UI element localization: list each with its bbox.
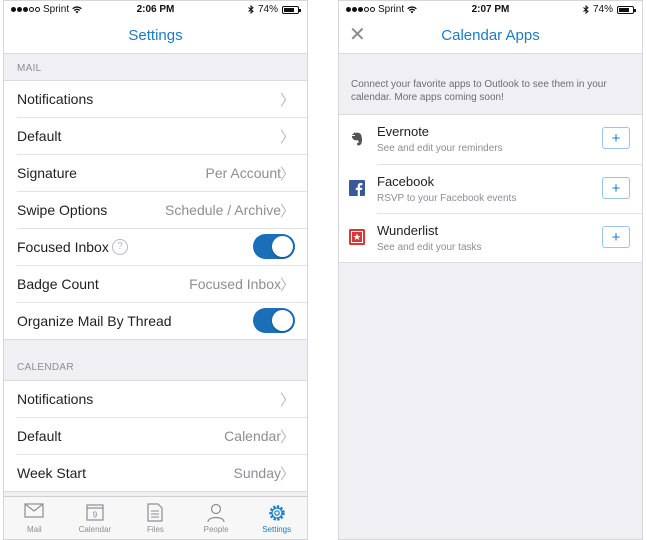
- app-name: Wunderlist: [377, 223, 439, 238]
- toggle-knob: [272, 236, 293, 257]
- mail-settings-group: Notifications 〉 Default 〉 Signature Per …: [4, 80, 307, 340]
- bluetooth-icon: [248, 5, 254, 14]
- tab-bar: Mail 9 Calendar Files People Settings: [4, 496, 307, 539]
- focused-inbox-toggle[interactable]: [253, 234, 295, 259]
- settings-row-organize-by-thread: Organize Mail By Thread: [17, 303, 307, 339]
- row-value: Sunday: [233, 465, 281, 481]
- row-label: Swipe Options: [17, 202, 108, 218]
- tab-label: Calendar: [78, 525, 112, 534]
- files-icon: [147, 503, 164, 522]
- list-item-evernote: Evernote See and edit your reminders +: [339, 115, 642, 164]
- battery-percent: 74%: [592, 4, 613, 15]
- calendar-icon: 9: [86, 504, 104, 521]
- add-evernote-button[interactable]: +: [602, 127, 630, 149]
- app-description: See and edit your reminders: [377, 143, 503, 154]
- battery-percent: 74%: [257, 4, 278, 15]
- bluetooth-icon: [583, 5, 589, 14]
- page-title: Settings: [128, 27, 183, 44]
- list-item-wunderlist: Wunderlist See and edit your tasks +: [339, 213, 642, 262]
- list-item-facebook: Facebook RSVP to your Facebook events +: [339, 164, 642, 213]
- battery-icon: [617, 5, 636, 14]
- settings-row-focused-inbox: Focused Inbox ?: [17, 229, 307, 266]
- nav-bar: Settings: [4, 19, 307, 54]
- app-description: See and edit your tasks: [377, 242, 482, 253]
- people-icon: [207, 503, 225, 523]
- wunderlist-icon: [349, 229, 365, 245]
- tab-label: Settings: [262, 525, 292, 534]
- organize-by-thread-toggle[interactable]: [253, 308, 295, 333]
- facebook-icon: [349, 180, 365, 196]
- chevron-right-icon: 〉: [279, 129, 295, 146]
- status-bar: Sprint 2:07 PM 74%: [339, 1, 642, 19]
- row-label: Notifications: [17, 91, 94, 107]
- chevron-right-icon: 〉: [279, 166, 295, 183]
- intro-text: Connect your favorite apps to Outlook to…: [351, 79, 607, 103]
- settings-row-week-start[interactable]: Week Start Sunday 〉: [17, 455, 307, 491]
- row-value: Schedule / Archive: [165, 202, 281, 218]
- help-icon[interactable]: ?: [112, 239, 128, 255]
- calendar-icon-date: 9: [93, 511, 98, 520]
- page-title: Calendar Apps: [441, 27, 540, 44]
- row-value: Calendar: [224, 428, 281, 444]
- row-label: Default: [17, 428, 62, 444]
- calendar-apps-screen: Sprint 2:07 PM 74% ✕ Calendar Apps Conne…: [338, 0, 643, 540]
- tab-mail[interactable]: Mail: [4, 497, 65, 539]
- row-label: Default: [17, 128, 62, 144]
- settings-row-calendar-notifications[interactable]: Notifications 〉: [17, 381, 307, 418]
- settings-row-calendar-default[interactable]: Default Calendar 〉: [17, 418, 307, 455]
- row-value: Per Account: [205, 165, 282, 181]
- add-wunderlist-button[interactable]: +: [602, 226, 630, 248]
- tab-files[interactable]: Files: [125, 497, 186, 539]
- app-description: RSVP to your Facebook events: [377, 193, 517, 204]
- app-name: Evernote: [377, 124, 430, 139]
- app-name: Facebook: [377, 174, 435, 189]
- chevron-right-icon: 〉: [279, 392, 295, 409]
- settings-row-signature[interactable]: Signature Per Account 〉: [17, 155, 307, 192]
- tab-settings[interactable]: Settings: [246, 497, 307, 539]
- battery-icon: [282, 5, 301, 14]
- chevron-right-icon: 〉: [279, 277, 295, 294]
- row-label: Badge Count: [17, 276, 99, 292]
- settings-row-badge-count[interactable]: Badge Count Focused Inbox 〉: [17, 266, 307, 303]
- tab-label: People: [203, 525, 229, 534]
- nav-bar: ✕ Calendar Apps: [339, 19, 642, 54]
- chevron-right-icon: 〉: [279, 429, 295, 446]
- row-label: Signature: [17, 165, 77, 181]
- calendar-settings-group: Notifications 〉 Default Calendar 〉 Week …: [4, 380, 307, 492]
- row-label: Organize Mail By Thread: [17, 313, 172, 329]
- settings-row-swipe-options[interactable]: Swipe Options Schedule / Archive 〉: [17, 192, 307, 229]
- tab-label: Files: [147, 525, 164, 534]
- add-facebook-button[interactable]: +: [602, 177, 630, 199]
- chevron-right-icon: 〉: [279, 466, 295, 483]
- row-value: Focused Inbox: [189, 276, 281, 292]
- tab-calendar[interactable]: 9 Calendar: [65, 497, 126, 539]
- calendar-apps-list: Evernote See and edit your reminders + F…: [339, 114, 642, 263]
- tab-people[interactable]: People: [186, 497, 247, 539]
- settings-row-notifications[interactable]: Notifications 〉: [17, 81, 307, 118]
- row-label: Notifications: [17, 391, 94, 407]
- row-label: Week Start: [17, 465, 86, 481]
- settings-row-default[interactable]: Default 〉: [17, 118, 307, 155]
- evernote-icon: [352, 132, 362, 146]
- toggle-knob: [272, 310, 293, 331]
- chevron-right-icon: 〉: [279, 203, 295, 220]
- row-label: Focused Inbox: [17, 239, 109, 255]
- section-header-calendar: CALENDAR: [17, 362, 74, 373]
- mail-icon: [24, 503, 44, 518]
- tab-label: Mail: [26, 525, 42, 534]
- chevron-right-icon: 〉: [279, 92, 295, 109]
- section-header-mail: MAIL: [17, 63, 42, 74]
- status-bar: Sprint 2:06 PM 74%: [4, 1, 307, 19]
- gear-icon: [268, 505, 285, 521]
- settings-screen: Sprint 2:06 PM 74% Settings MAIL Notific…: [3, 0, 308, 540]
